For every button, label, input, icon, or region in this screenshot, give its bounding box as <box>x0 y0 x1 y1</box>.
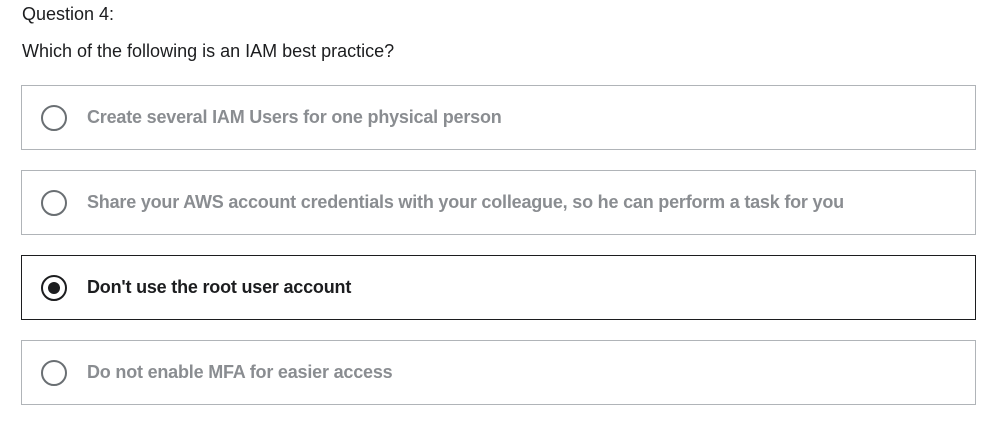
radio-button-icon[interactable] <box>41 189 67 216</box>
question-text: Which of the following is an IAM best pr… <box>22 41 395 61</box>
question-number: Question 4: <box>22 4 115 24</box>
radio-button-icon[interactable] <box>41 274 67 301</box>
answer-option-label: Do not enable MFA for easier access <box>87 362 393 382</box>
answer-option-label: Create several IAM Users for one physica… <box>87 107 502 127</box>
answer-option-label: Share your AWS account credentials with … <box>87 192 844 212</box>
answer-option-4[interactable]: Do not enable MFA for easier access <box>21 340 976 405</box>
radio-dot-icon <box>48 281 60 294</box>
answer-option-3[interactable]: Don't use the root user account <box>21 255 976 320</box>
answer-option-1[interactable]: Create several IAM Users for one physica… <box>21 85 976 150</box>
answer-option-label: Don't use the root user account <box>87 277 352 297</box>
answer-option-2[interactable]: Share your AWS account credentials with … <box>21 170 976 235</box>
radio-button-icon[interactable] <box>41 104 67 131</box>
radio-button-icon[interactable] <box>41 359 67 386</box>
answer-options: Create several IAM Users for one physica… <box>21 85 976 425</box>
